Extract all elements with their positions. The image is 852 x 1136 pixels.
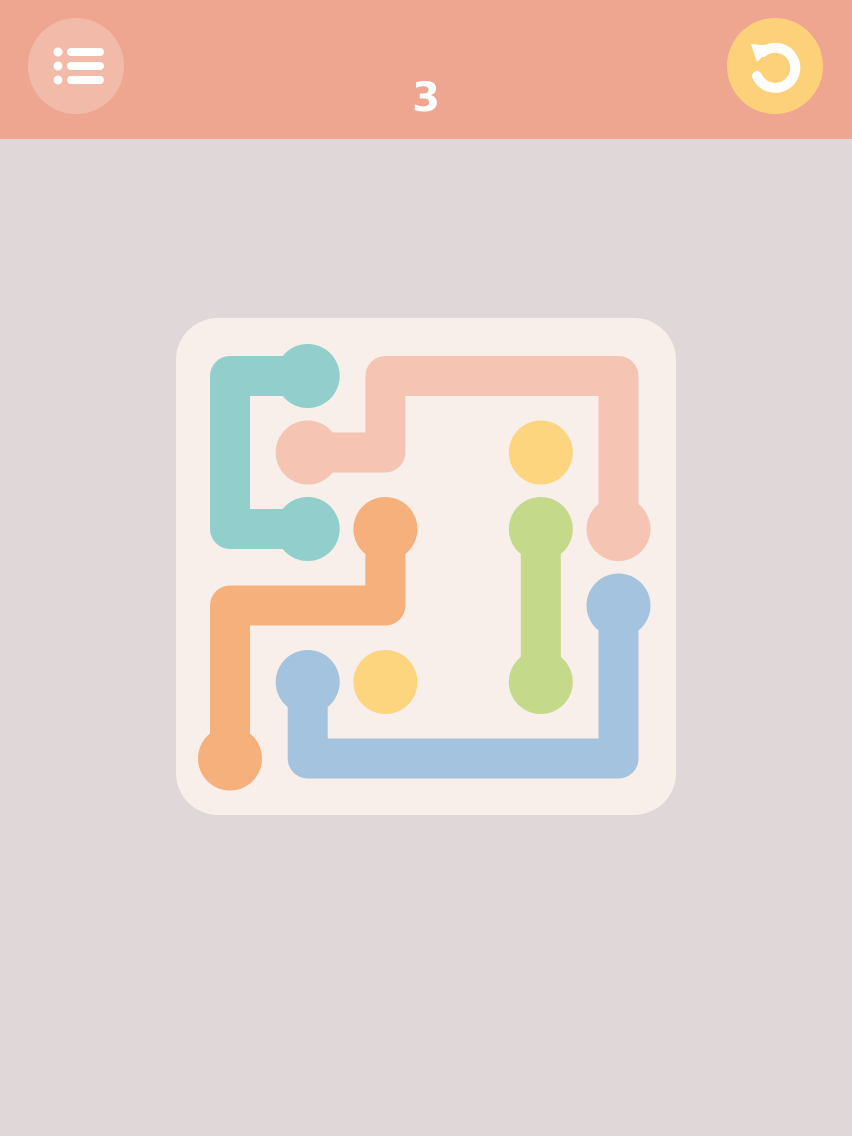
dot-teal-1[interactable] [275, 344, 340, 408]
level-number: 3 [412, 75, 440, 121]
undo-button[interactable] [727, 18, 823, 114]
dot-yellow-1[interactable] [508, 420, 573, 485]
list-icon [53, 47, 104, 85]
dot-yellow-2[interactable] [353, 650, 418, 714]
undo-icon [751, 42, 801, 93]
dot-blue-2[interactable] [586, 573, 651, 638]
dot-green-2[interactable] [508, 650, 573, 714]
dot-orange-2[interactable] [198, 726, 262, 791]
top-bar: 3 [0, 0, 852, 139]
dot-pink-2[interactable] [586, 497, 651, 561]
dot-blue-1[interactable] [275, 650, 340, 714]
dot-teal-2[interactable] [275, 497, 340, 561]
game-board[interactable] [176, 318, 676, 815]
menu-button[interactable] [28, 18, 124, 114]
flow-grid[interactable] [176, 318, 676, 815]
dot-pink-1[interactable] [275, 420, 340, 485]
dot-green-1[interactable] [508, 497, 573, 561]
dot-orange-1[interactable] [353, 497, 418, 561]
